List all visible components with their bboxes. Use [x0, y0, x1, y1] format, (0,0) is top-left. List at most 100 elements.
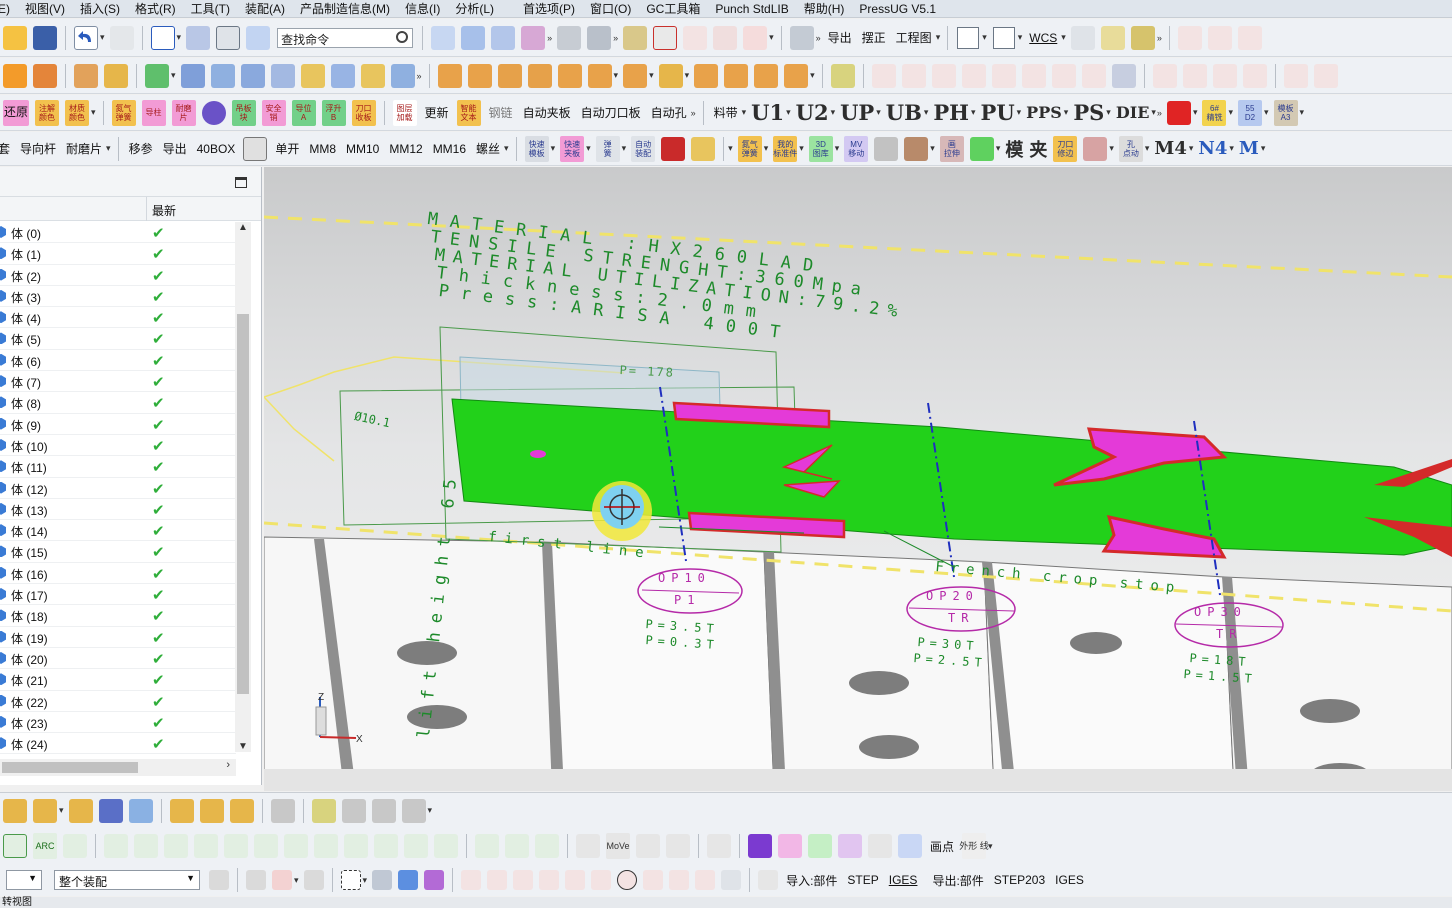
thread-icon[interactable] [784, 63, 809, 88]
row4-tile-13[interactable]: M4 [1154, 138, 1186, 159]
sketch-knot-icon[interactable] [1051, 63, 1076, 88]
dropdown-icon[interactable]: ▾ [685, 70, 690, 81]
link-icon[interactable] [229, 798, 254, 823]
cylinder-icon[interactable] [497, 63, 522, 88]
chevron-down-icon[interactable]: ▼ [28, 873, 37, 883]
measure-icon[interactable] [623, 25, 648, 50]
menu-item-9[interactable]: 首选项(P) [523, 0, 575, 17]
angle-line-icon[interactable] [224, 834, 248, 858]
dropdown-icon[interactable]: ▾ [876, 107, 881, 118]
list-icon[interactable] [758, 870, 779, 890]
row3-tile-2[interactable]: 氮气 弹簧 [111, 99, 136, 126]
slice-icon[interactable] [270, 63, 295, 88]
row4-label-10[interactable]: MM16 [433, 142, 466, 156]
extend-icon[interactable] [1242, 63, 1267, 88]
extrude-icon[interactable] [74, 63, 98, 88]
menu-item-12[interactable]: Punch StdLIB [715, 2, 788, 16]
draw-point-button[interactable]: 画点 [930, 838, 954, 855]
dropdown-icon[interactable]: ▾ [1017, 107, 1022, 118]
scroll-down-icon[interactable]: ▼ [238, 741, 248, 752]
code-pps-button[interactable]: PPS [1026, 103, 1062, 122]
scroll-right-icon[interactable]: › [226, 759, 230, 771]
offset-icon[interactable] [300, 63, 325, 88]
menu-item-3[interactable]: 格式(R) [135, 0, 176, 17]
dropdown-icon[interactable]: ▾ [1261, 143, 1266, 154]
target-icon[interactable] [778, 834, 802, 858]
clip-assembly-icon[interactable] [311, 798, 336, 823]
scale-icon[interactable] [535, 834, 559, 858]
row4-tile-9[interactable]: 模 [1005, 136, 1023, 162]
redo-icon[interactable] [109, 25, 134, 50]
overflow-icon[interactable]: » [1157, 108, 1162, 118]
body-row[interactable]: 体 (6) ✔ [0, 350, 236, 372]
dropdown-icon[interactable]: ▾ [294, 875, 299, 886]
body-row[interactable]: 体 (3) ✔ [0, 286, 236, 308]
add-component-icon[interactable] [33, 798, 57, 823]
dropdown-icon[interactable]: ▾ [586, 143, 591, 154]
row3-tile-1[interactable]: 材质 颜色 [65, 99, 89, 126]
snap-cross-icon[interactable] [669, 870, 690, 890]
wave-icon[interactable] [169, 798, 194, 823]
body-row[interactable]: 体 (11) ✔ [0, 456, 236, 478]
circle-radius-icon[interactable] [404, 834, 428, 858]
align-button[interactable]: 摆正 [862, 29, 886, 46]
chevron-down-icon[interactable]: ▼ [186, 873, 195, 883]
row4-label-11[interactable]: 螺丝 [476, 140, 500, 157]
view-iso-icon[interactable] [491, 25, 516, 50]
dropdown-icon[interactable]: ▾ [504, 143, 509, 154]
fillet-b-icon[interactable] [1182, 63, 1207, 88]
dropdown-icon[interactable]: ▾ [91, 107, 96, 118]
clip-icon[interactable] [830, 63, 855, 88]
points-icon[interactable] [666, 834, 690, 858]
blend-icon[interactable] [330, 63, 355, 88]
search-icon[interactable] [396, 30, 409, 43]
row3-tile-9[interactable]: 刀口 收板 [351, 99, 376, 126]
row4-tile-11[interactable]: 刀口 修边 [1053, 135, 1078, 162]
export-step-button[interactable]: STEP203 [994, 873, 1045, 887]
ruler-icon[interactable] [1100, 25, 1125, 50]
hand-icon[interactable] [904, 136, 929, 161]
dropdown-icon[interactable]: ▾ [1109, 143, 1114, 154]
dropdown-icon[interactable]: ▾ [769, 32, 774, 43]
database-icon[interactable] [789, 25, 814, 50]
overflow-icon[interactable]: » [1157, 33, 1162, 43]
point-line-icon[interactable] [164, 834, 188, 858]
export-part-button[interactable]: 导出:部件 [932, 872, 983, 889]
sketch-link-icon[interactable] [1021, 63, 1046, 88]
dropdown-icon[interactable]: ▾ [1018, 32, 1023, 43]
command-finder-icon[interactable] [246, 25, 271, 50]
body-row[interactable]: 体 (19) ✔ [0, 627, 236, 648]
v-line-icon[interactable] [254, 834, 278, 858]
body-row[interactable]: 体 (8) ✔ [0, 392, 236, 414]
body-row[interactable]: 体 (21) ✔ [0, 669, 236, 691]
code-up-button[interactable]: UP [840, 100, 874, 125]
gear-icon[interactable] [209, 870, 229, 890]
shield-icon[interactable] [201, 100, 226, 125]
body-row[interactable]: 体 (20) ✔ [0, 648, 236, 670]
package-icon[interactable] [270, 798, 295, 823]
solid-icon[interactable] [33, 63, 57, 88]
body-row[interactable]: 体 (17) ✔ [0, 584, 236, 606]
code-ph-button[interactable]: PH [933, 100, 969, 125]
row4-tile-8[interactable]: 画 拉伸 [939, 135, 964, 162]
set-button[interactable]: 套 [0, 140, 10, 157]
select-chain-icon[interactable] [303, 870, 324, 890]
row4-tile-1[interactable]: 快速 夹板 [560, 135, 585, 162]
grid-icon[interactable] [1111, 63, 1136, 88]
row3-tile-5[interactable]: 吊板 块 [231, 99, 256, 126]
circle-point-icon[interactable] [344, 834, 368, 858]
body-row[interactable]: 体 (0) ✔ [0, 222, 236, 244]
cube-icon[interactable] [527, 63, 552, 88]
row3-tile-8[interactable]: 浮升 B [321, 99, 346, 126]
filter-select[interactable]: ▼ [6, 870, 42, 890]
yellow-box-icon[interactable] [691, 136, 716, 161]
mirror-assembly-icon[interactable] [98, 798, 123, 823]
intersect-icon[interactable] [623, 63, 648, 88]
hole-icon[interactable] [754, 63, 779, 88]
dropdown-icon[interactable]: ▾ [982, 32, 987, 43]
wcs-button[interactable]: WCS [1029, 31, 1057, 45]
row4-tile-7[interactable]: MV 移动 [844, 135, 869, 162]
open-folder-icon[interactable] [3, 25, 27, 50]
view-front-icon[interactable] [431, 25, 456, 50]
color-icon[interactable] [3, 63, 27, 88]
